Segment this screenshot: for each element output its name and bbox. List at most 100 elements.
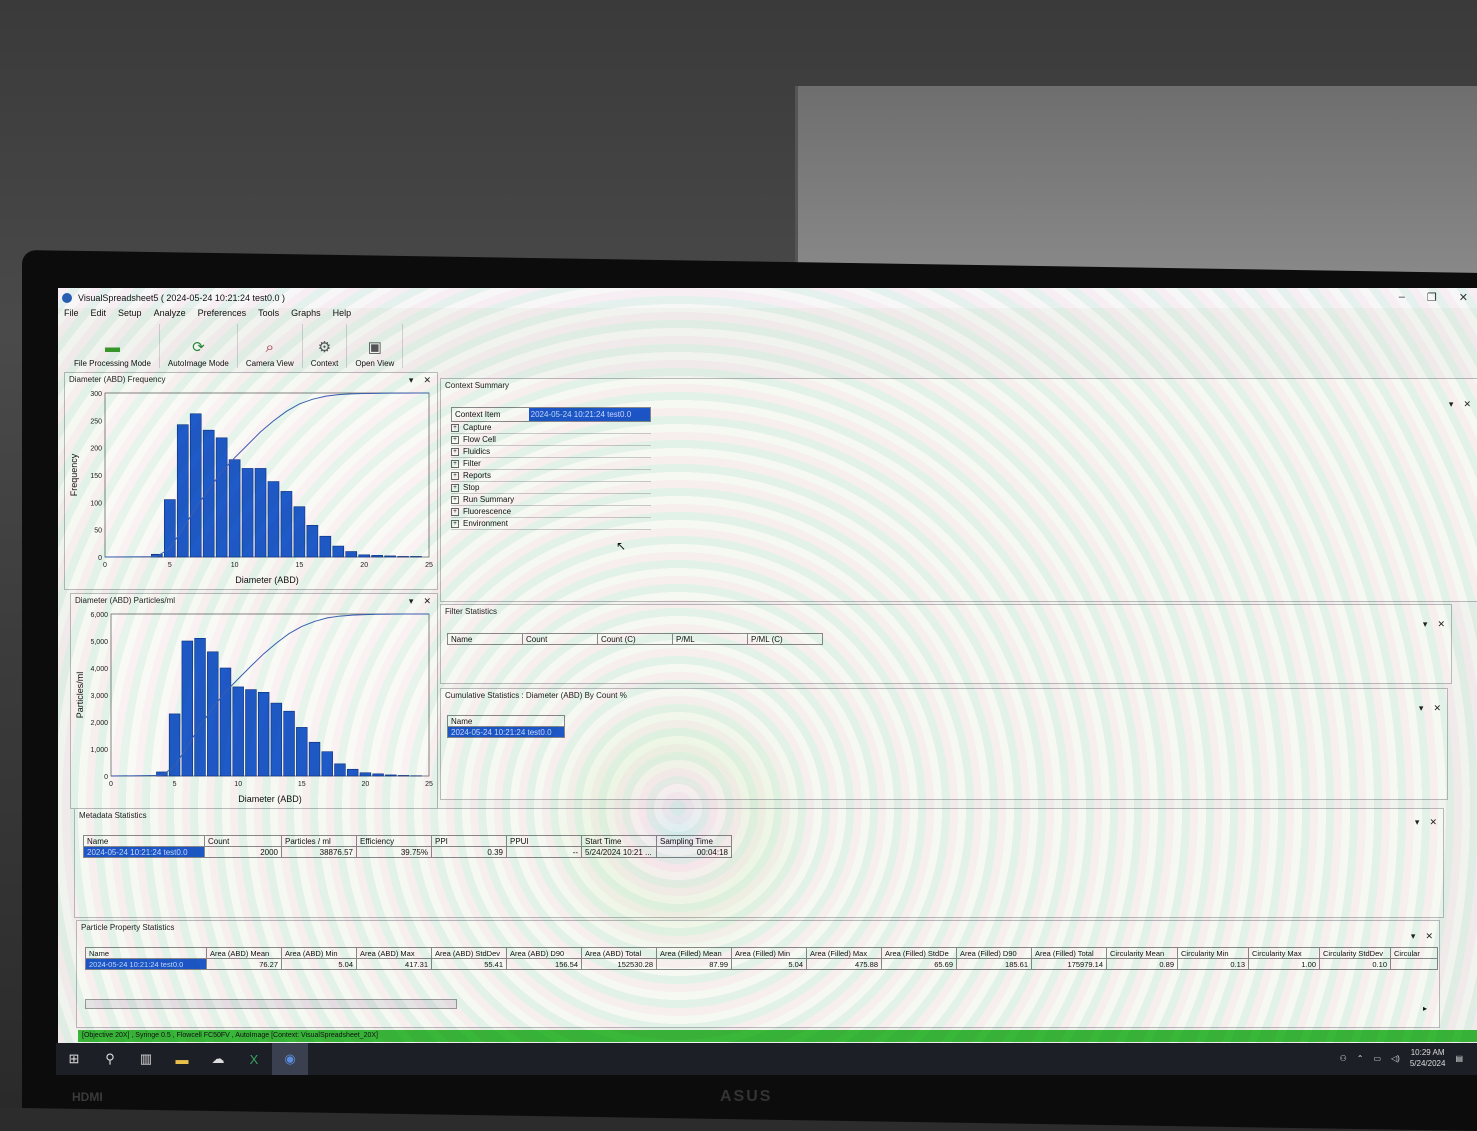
excel-icon[interactable]: X bbox=[236, 1043, 272, 1075]
row-name[interactable]: 2024-05-24 10:21:24 test0.0 bbox=[86, 959, 207, 970]
column-header[interactable]: Area (Filled) Max bbox=[807, 948, 882, 959]
start-windows-icon[interactable]: ⊞ bbox=[56, 1043, 92, 1075]
app-cloud-icon[interactable]: ☁ bbox=[200, 1043, 236, 1075]
tree-item-run-summary[interactable]: +Run Summary bbox=[451, 494, 651, 506]
close-button[interactable]: ✕ bbox=[1459, 291, 1468, 304]
tree-item-flow-cell[interactable]: +Flow Cell bbox=[451, 434, 651, 446]
menu-file[interactable]: File bbox=[64, 308, 79, 318]
file-processing-mode-button[interactable]: ▬ File Processing Mode bbox=[66, 324, 160, 368]
context-button[interactable]: ⚙ Context bbox=[303, 324, 348, 368]
menu-preferences[interactable]: Preferences bbox=[198, 308, 247, 318]
dropdown-icon[interactable]: ▾ bbox=[1449, 399, 1454, 410]
column-header[interactable]: Area (ABD) Max bbox=[357, 948, 432, 959]
minimize-button[interactable]: – bbox=[1399, 291, 1405, 304]
close-icon[interactable]: ✕ bbox=[1437, 619, 1445, 630]
people-icon[interactable]: ⚇ bbox=[1340, 1054, 1347, 1063]
column-header[interactable]: Particles / ml bbox=[282, 836, 357, 847]
search-icon[interactable]: ⚲ bbox=[92, 1043, 128, 1075]
dropdown-icon[interactable]: ▾ bbox=[409, 375, 414, 386]
column-header[interactable]: Area (Filled) D90 bbox=[957, 948, 1032, 959]
menu-analyze[interactable]: Analyze bbox=[154, 308, 186, 318]
column-header[interactable]: Circularity Min bbox=[1178, 948, 1249, 959]
menu-tools[interactable]: Tools bbox=[258, 308, 279, 318]
close-icon[interactable]: ✕ bbox=[1429, 817, 1437, 828]
column-header[interactable]: Circularity StdDev bbox=[1320, 948, 1391, 959]
network-icon[interactable]: ▭ bbox=[1373, 1054, 1381, 1063]
dropdown-icon[interactable]: ▾ bbox=[409, 596, 414, 607]
table-row[interactable]: 2024-05-24 10:21:24 test0.0 bbox=[448, 727, 565, 738]
tree-item-fluorescence[interactable]: +Fluorescence bbox=[451, 506, 651, 518]
column-header[interactable]: Count (C) bbox=[598, 634, 673, 645]
tree-item-reports[interactable]: +Reports bbox=[451, 470, 651, 482]
column-header[interactable]: Area (Filled) Total bbox=[1032, 948, 1107, 959]
expand-icon[interactable]: + bbox=[451, 484, 459, 492]
close-icon[interactable]: ✕ bbox=[1433, 703, 1441, 714]
expand-icon[interactable]: + bbox=[451, 508, 459, 516]
column-header[interactable]: P/ML (C) bbox=[748, 634, 823, 645]
column-header[interactable]: Count bbox=[205, 836, 282, 847]
visualspreadsheet-taskbar-icon[interactable]: ◉ bbox=[272, 1043, 308, 1075]
column-header[interactable]: Area (ABD) Total bbox=[582, 948, 657, 959]
context-item-value[interactable]: 2024-05-24 10:21:24 test0.0 bbox=[529, 408, 650, 421]
autoimage-mode-button[interactable]: ⟳ AutoImage Mode bbox=[160, 324, 238, 368]
dropdown-icon[interactable]: ▾ bbox=[1419, 703, 1424, 714]
close-icon[interactable]: ✕ bbox=[1425, 931, 1433, 942]
volume-icon[interactable]: ◁) bbox=[1391, 1054, 1400, 1063]
column-header[interactable]: Name bbox=[448, 634, 523, 645]
chevron-up-icon[interactable]: ⌃ bbox=[1357, 1054, 1364, 1063]
table-row[interactable]: 2024-05-24 10:21:24 test0.076.275.04417.… bbox=[86, 959, 1438, 970]
close-icon[interactable]: ✕ bbox=[1463, 399, 1471, 410]
menu-graphs[interactable]: Graphs bbox=[291, 308, 321, 318]
column-header[interactable]: Count bbox=[523, 634, 598, 645]
tree-item-environment[interactable]: +Environment bbox=[451, 518, 651, 530]
column-header[interactable]: Circularity Mean bbox=[1107, 948, 1178, 959]
column-header[interactable]: Start Time bbox=[582, 836, 657, 847]
expand-icon[interactable]: + bbox=[451, 496, 459, 504]
horizontal-scrollbar[interactable] bbox=[85, 999, 457, 1009]
expand-icon[interactable]: + bbox=[451, 436, 459, 444]
column-header[interactable]: Name bbox=[84, 836, 205, 847]
dropdown-icon[interactable]: ▾ bbox=[1415, 817, 1420, 828]
tree-item-stop[interactable]: +Stop bbox=[451, 482, 651, 494]
column-header[interactable]: Sampling Time bbox=[657, 836, 732, 847]
tree-item-capture[interactable]: +Capture bbox=[451, 422, 651, 434]
task-view-icon[interactable]: ▥ bbox=[128, 1043, 164, 1075]
row-name[interactable]: 2024-05-24 10:21:24 test0.0 bbox=[84, 847, 205, 858]
menu-edit[interactable]: Edit bbox=[91, 308, 107, 318]
dropdown-icon[interactable]: ▾ bbox=[1411, 931, 1416, 942]
column-header[interactable]: PPI bbox=[432, 836, 507, 847]
column-header[interactable]: PPUI bbox=[507, 836, 582, 847]
notification-icon[interactable]: ▤ bbox=[1455, 1054, 1463, 1063]
expand-icon[interactable]: + bbox=[451, 460, 459, 468]
column-header[interactable]: P/ML bbox=[673, 634, 748, 645]
open-view-button[interactable]: ▣ Open View bbox=[347, 324, 403, 368]
column-header[interactable]: Area (ABD) StdDev bbox=[432, 948, 507, 959]
column-header[interactable]: Circularity Max bbox=[1249, 948, 1320, 959]
expand-icon[interactable]: + bbox=[451, 472, 459, 480]
column-header[interactable]: Area (ABD) D90 bbox=[507, 948, 582, 959]
column-header[interactable]: Area (Filled) Mean bbox=[657, 948, 732, 959]
camera-view-button[interactable]: ⌕ Camera View bbox=[238, 324, 303, 368]
close-icon[interactable]: ✕ bbox=[423, 375, 431, 386]
file-explorer-icon[interactable]: ▬ bbox=[164, 1043, 200, 1075]
column-header[interactable]: Circular bbox=[1391, 948, 1438, 959]
column-header[interactable]: Efficiency bbox=[357, 836, 432, 847]
menu-help[interactable]: Help bbox=[333, 308, 352, 318]
dropdown-icon[interactable]: ▾ bbox=[1423, 619, 1428, 630]
restore-button[interactable]: ❐ bbox=[1427, 291, 1437, 304]
table-row[interactable]: 2024-05-24 10:21:24 test0.0 2000 38876.5… bbox=[84, 847, 732, 858]
close-icon[interactable]: ✕ bbox=[423, 596, 431, 607]
expand-icon[interactable]: + bbox=[451, 448, 459, 456]
scroll-right-icon[interactable]: ▸ bbox=[1423, 1004, 1427, 1013]
column-header[interactable]: Area (ABD) Min bbox=[282, 948, 357, 959]
column-header[interactable]: Area (ABD) Mean bbox=[207, 948, 282, 959]
column-header[interactable]: Name bbox=[86, 948, 207, 959]
tree-item-fluidics[interactable]: +Fluidics bbox=[451, 446, 651, 458]
column-header[interactable]: Name bbox=[448, 716, 565, 727]
column-header[interactable]: Area (Filled) Min bbox=[732, 948, 807, 959]
row-name[interactable]: 2024-05-24 10:21:24 test0.0 bbox=[448, 727, 565, 738]
menu-setup[interactable]: Setup bbox=[118, 308, 142, 318]
expand-icon[interactable]: + bbox=[451, 520, 459, 528]
tree-item-filter[interactable]: +Filter bbox=[451, 458, 651, 470]
expand-icon[interactable]: + bbox=[451, 424, 459, 432]
